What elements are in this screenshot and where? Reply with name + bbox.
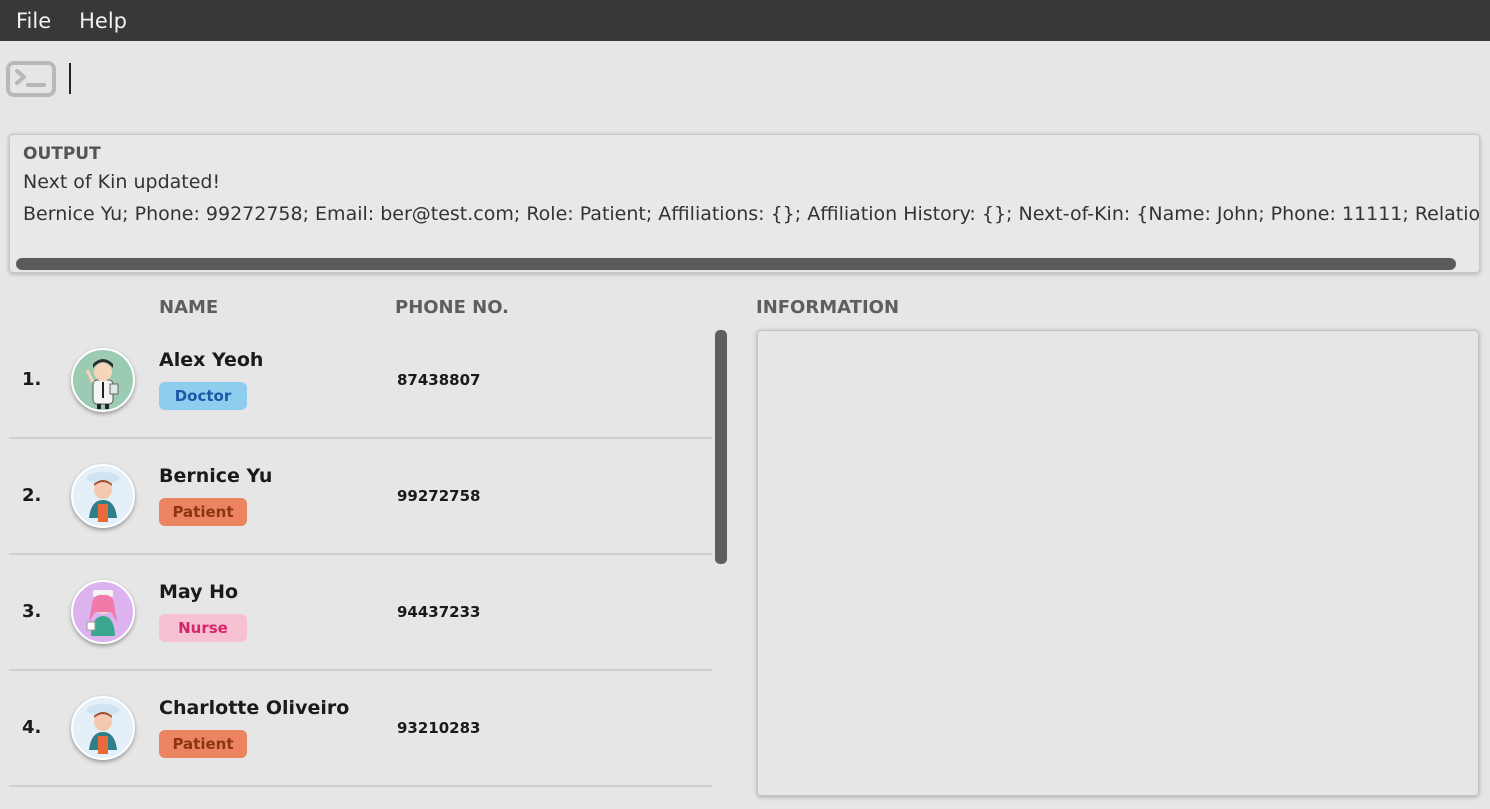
menu-file[interactable]: File [0, 9, 51, 33]
person-phone: 87438807 [397, 371, 481, 389]
person-phone: 93210283 [397, 719, 481, 737]
row-index: 2. [22, 485, 42, 506]
list-item[interactable]: 3. May Ho Nurse 94437233 [9, 555, 712, 671]
role-badge: Patient [159, 730, 247, 758]
person-phone: 94437233 [397, 603, 481, 621]
information-header: INFORMATION [756, 297, 900, 318]
role-badge: Patient [159, 498, 247, 526]
menu-help[interactable]: Help [63, 9, 127, 33]
output-panel: OUTPUT Next of Kin updated! Bernice Yu; … [9, 134, 1480, 273]
role-badge: Nurse [159, 614, 247, 642]
command-input[interactable] [64, 60, 1474, 98]
output-message: Next of Kin updated! [23, 171, 221, 193]
role-badge: Doctor [159, 382, 247, 410]
row-index: 1. [22, 369, 42, 390]
person-list: 1. Alex Yeoh Doctor 87438807 2. Bernice … [9, 323, 712, 809]
list-item[interactable]: 1. Alex Yeoh Doctor 87438807 [9, 323, 712, 439]
terminal-icon [6, 61, 56, 97]
menu-bar: File Help [0, 0, 1490, 41]
patient-avatar [71, 696, 135, 760]
nurse-avatar [71, 580, 135, 644]
person-phone: 99272758 [397, 487, 481, 505]
list-vertical-scrollbar[interactable] [715, 330, 727, 564]
row-index: 4. [22, 717, 42, 738]
patient-avatar [71, 464, 135, 528]
person-name: Alex Yeoh [159, 349, 264, 371]
list-item[interactable]: 2. Bernice Yu Patient 99272758 [9, 439, 712, 555]
name-column-header: NAME [159, 297, 219, 318]
information-panel [757, 330, 1479, 796]
output-details: Bernice Yu; Phone: 99272758; Email: ber@… [23, 203, 1480, 225]
phone-column-header: PHONE NO. [395, 297, 509, 318]
list-item[interactable]: 4. Charlotte Oliveiro Patient 93210283 [9, 671, 712, 787]
output-title: OUTPUT [23, 144, 101, 164]
doctor-avatar [71, 348, 135, 412]
person-name: May Ho [159, 581, 239, 603]
text-caret [69, 63, 71, 94]
person-name: Charlotte Oliveiro [159, 697, 350, 719]
row-index: 3. [22, 601, 42, 622]
output-horizontal-scrollbar[interactable] [16, 258, 1456, 270]
person-name: Bernice Yu [159, 465, 273, 487]
